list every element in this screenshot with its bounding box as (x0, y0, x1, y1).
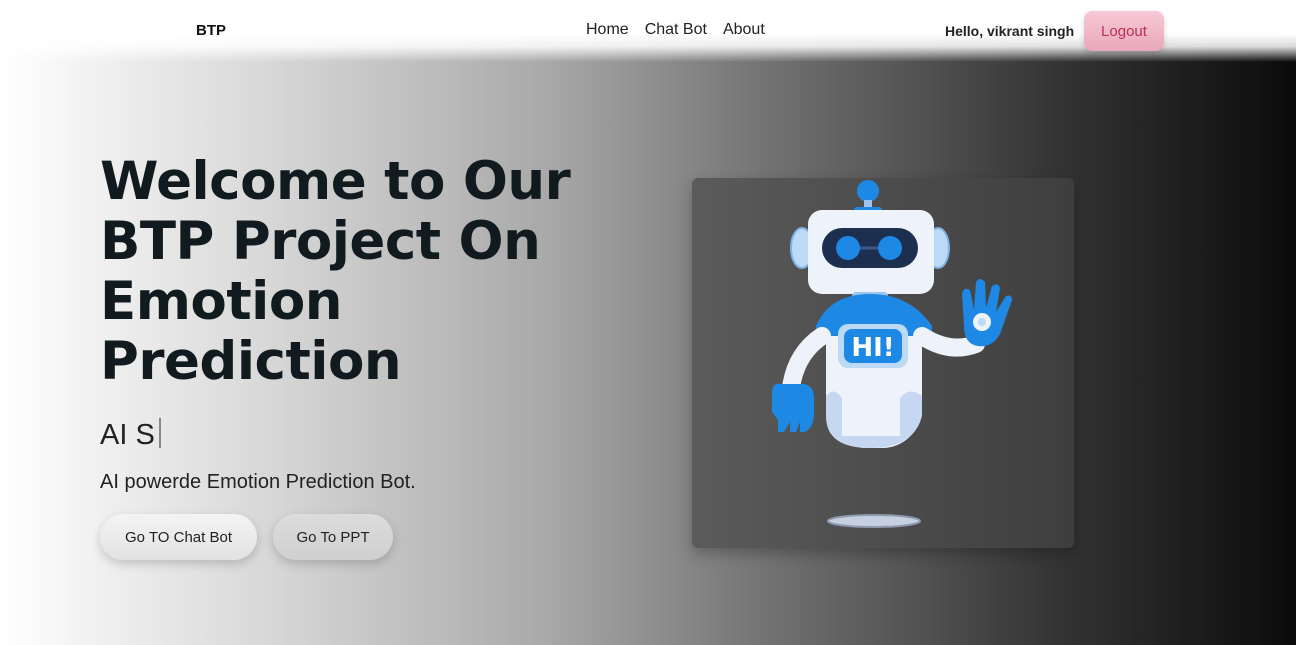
typing-text: AI S (100, 419, 155, 451)
nav-link-home[interactable]: Home (586, 21, 629, 39)
nav-links: Home Chat Bot About (586, 21, 765, 39)
user-greeting: Hello, vikrant singh (945, 23, 1075, 39)
nav-link-about[interactable]: About (723, 21, 765, 39)
logout-button[interactable]: Logout (1084, 11, 1164, 51)
hero-title: Welcome to Our BTP Project On Emotion Pr… (100, 151, 571, 392)
go-to-ppt-button[interactable]: Go To PPT (273, 514, 393, 560)
brand-logo[interactable]: BTP (196, 22, 226, 39)
typing-cursor (158, 418, 161, 448)
robot-badge-text: HI! (851, 333, 894, 363)
landing-page: BTP Home Chat Bot About Hello, vikrant s… (0, 0, 1296, 645)
navbar: BTP Home Chat Bot About Hello, vikrant s… (0, 0, 1296, 62)
hero-subtitle: AI powerde Emotion Prediction Bot. (100, 471, 416, 493)
go-to-chat-bot-button[interactable]: Go TO Chat Bot (100, 514, 257, 560)
robot-waving-icon: HI! (772, 180, 1012, 528)
typing-text-container: AI S (100, 418, 161, 452)
nav-link-chat-bot[interactable]: Chat Bot (645, 21, 707, 39)
